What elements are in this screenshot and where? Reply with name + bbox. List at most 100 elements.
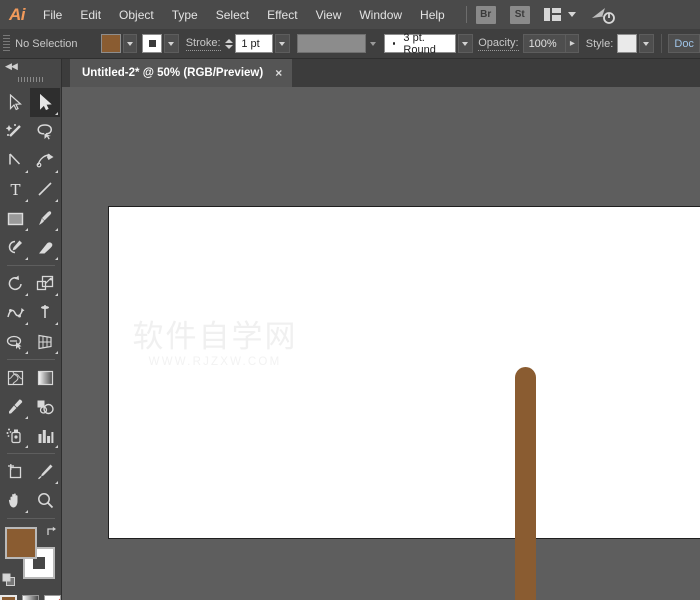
tool-group-indicator xyxy=(55,228,58,231)
brush-definition-label: 3 pt. Round xyxy=(403,32,454,56)
stroke-weight-dropdown[interactable] xyxy=(275,34,290,53)
illustrator-window: Ai File Edit Object Type Select Effect V… xyxy=(0,0,700,600)
blend-tool[interactable] xyxy=(30,392,60,421)
graphic-style-swatch[interactable] xyxy=(617,34,637,53)
menu-item-file[interactable]: File xyxy=(34,0,71,29)
menu-item-object[interactable]: Object xyxy=(110,0,163,29)
rotate-tool[interactable] xyxy=(0,269,30,298)
width-warp-tool[interactable] xyxy=(0,298,30,327)
pen-tool[interactable] xyxy=(0,146,30,175)
brush-definition-caret[interactable] xyxy=(458,34,473,53)
tool-group-indicator xyxy=(55,322,58,325)
tools-panel: ◀◀ xyxy=(0,59,62,600)
curvature-tool[interactable] xyxy=(30,146,60,175)
none-swatch-button[interactable] xyxy=(44,595,61,600)
collapse-panel-button[interactable]: ◀◀ xyxy=(0,59,61,73)
eraser-tool[interactable] xyxy=(30,233,60,262)
opacity-input[interactable]: 100% xyxy=(523,34,567,53)
chevron-down-icon xyxy=(168,42,174,46)
opacity-flyout-button[interactable]: ▸ xyxy=(566,34,579,53)
gradient-swatch-button[interactable] xyxy=(22,595,39,600)
canvas-area[interactable]: 软件自学网 WWW.RJZXW.COM xyxy=(62,87,700,600)
stroke-profile-dropdown[interactable] xyxy=(297,34,366,53)
tool-group-indicator xyxy=(25,416,28,419)
brush-dot-icon xyxy=(393,42,396,45)
stroke-weight-stepper[interactable] xyxy=(225,34,234,53)
fill-color-dropdown[interactable] xyxy=(123,34,138,53)
slice-tool[interactable] xyxy=(30,457,60,486)
tool-group-indicator xyxy=(55,257,58,260)
tool-group-indicator xyxy=(55,445,58,448)
search-adobe-stock-icon[interactable] xyxy=(590,5,616,25)
menu-item-edit[interactable]: Edit xyxy=(71,0,110,29)
type-tool[interactable]: T xyxy=(0,175,30,204)
artboard-tool[interactable] xyxy=(0,457,30,486)
stroke-weight-label[interactable]: Stroke: xyxy=(186,37,221,51)
eyedropper-tool[interactable] xyxy=(0,392,30,421)
stroke-inner-square xyxy=(149,40,156,47)
tool-group-indicator xyxy=(25,351,28,354)
tools-divider xyxy=(7,265,55,266)
tools-divider xyxy=(7,518,55,519)
scale-tool[interactable] xyxy=(30,269,60,298)
mesh-tool[interactable] xyxy=(0,363,30,392)
menu-item-type[interactable]: Type xyxy=(163,0,207,29)
color-swatch-button[interactable] xyxy=(0,595,17,600)
fill-color-swatch[interactable] xyxy=(101,34,121,53)
gradient-tool[interactable] xyxy=(30,363,60,392)
selection-tool[interactable] xyxy=(0,88,30,117)
paintbrush-tool[interactable] xyxy=(30,204,60,233)
tool-group-indicator xyxy=(25,445,28,448)
column-graph-tool[interactable] xyxy=(30,421,60,450)
chevron-down-icon xyxy=(370,42,376,46)
workspace-switcher[interactable] xyxy=(544,8,576,21)
free-transform-tool[interactable] xyxy=(30,298,60,327)
symbol-sprayer-tool[interactable] xyxy=(0,421,30,450)
zoom-tool[interactable] xyxy=(30,486,60,515)
stroke-weight-input[interactable]: 1 pt xyxy=(235,34,273,53)
opacity-label[interactable]: Opacity: xyxy=(478,37,518,51)
tool-group-indicator xyxy=(55,170,58,173)
menu-item-view[interactable]: View xyxy=(307,0,351,29)
default-fill-stroke-icon[interactable] xyxy=(2,573,16,587)
brown-vertical-bar[interactable] xyxy=(515,367,536,600)
direct-selection-tool[interactable] xyxy=(30,88,60,117)
line-segment-tool[interactable] xyxy=(30,175,60,204)
menu-item-help[interactable]: Help xyxy=(411,0,454,29)
menu-item-select[interactable]: Select xyxy=(207,0,258,29)
magic-wand-tool[interactable] xyxy=(0,117,30,146)
document-tab-title: Untitled-2* @ 50% (RGB/Preview) xyxy=(82,67,263,79)
shape-builder-tool[interactable] xyxy=(0,327,30,356)
shaper-pencil-tool[interactable] xyxy=(0,233,30,262)
rectangle-tool[interactable] xyxy=(0,204,30,233)
tool-group-indicator xyxy=(55,481,58,484)
close-icon[interactable]: × xyxy=(275,67,282,79)
lasso-tool[interactable] xyxy=(30,117,60,146)
control-bar-grip[interactable] xyxy=(3,35,10,53)
graphic-style-dropdown[interactable] xyxy=(639,34,654,53)
fill-stroke-controls xyxy=(0,525,60,591)
menu-item-window[interactable]: Window xyxy=(350,0,411,29)
chevron-down-icon xyxy=(127,42,133,46)
artboard[interactable] xyxy=(108,206,700,539)
stroke-color-dropdown[interactable] xyxy=(164,34,179,53)
perspective-grid-tool[interactable] xyxy=(30,327,60,356)
fill-color-indicator[interactable] xyxy=(5,527,37,559)
brush-definition-dropdown[interactable]: 3 pt. Round xyxy=(384,34,456,53)
menu-bar: Ai File Edit Object Type Select Effect V… xyxy=(0,0,700,29)
stock-button[interactable]: St xyxy=(510,6,530,24)
selection-status: No Selection xyxy=(15,38,101,50)
tools-panel-grip[interactable] xyxy=(18,74,44,84)
chevron-down-icon xyxy=(643,42,649,46)
tool-group-indicator xyxy=(25,199,28,202)
swap-fill-stroke-icon[interactable] xyxy=(45,525,58,538)
document-tab[interactable]: Untitled-2* @ 50% (RGB/Preview) × xyxy=(70,59,292,87)
document-setup-button[interactable]: Doc xyxy=(668,34,700,53)
bridge-button[interactable]: Br xyxy=(476,6,496,24)
tool-group-indicator xyxy=(55,199,58,202)
document-tab-bar: Untitled-2* @ 50% (RGB/Preview) × xyxy=(0,59,700,88)
hand-tool[interactable] xyxy=(0,486,30,515)
menu-item-effect[interactable]: Effect xyxy=(258,0,306,29)
stroke-color-swatch[interactable] xyxy=(142,34,162,53)
stroke-profile-caret[interactable] xyxy=(366,34,380,53)
